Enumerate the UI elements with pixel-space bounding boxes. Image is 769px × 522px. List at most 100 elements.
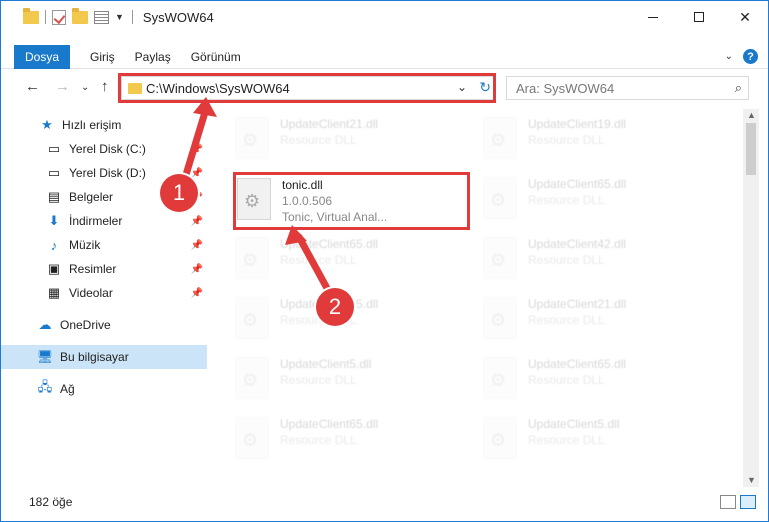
star-icon: ★	[41, 117, 53, 132]
window-title: SysWOW64	[142, 9, 214, 25]
list-item[interactable]: UpdateClient65.dll Resource DLL	[225, 231, 460, 289]
callout-badge-2: 2	[316, 288, 354, 326]
sidebar-item-label: Yerel Disk (C:)	[69, 142, 146, 156]
details-view-icon[interactable]	[720, 495, 736, 509]
download-icon: ⬇	[48, 213, 60, 228]
sidebar-item-label: Yerel Disk (D:)	[69, 166, 146, 180]
sidebar-item-disk-c[interactable]: ▭ Yerel Disk (C:) 📌	[1, 137, 207, 161]
help-icon[interactable]: ?	[743, 49, 758, 64]
search-input[interactable]: Ara: SysWOW64 ⌕	[506, 76, 749, 100]
scroll-down-icon[interactable]: ▼	[747, 475, 756, 485]
file-type: Resource DLL	[280, 253, 357, 267]
drive-icon: ▭	[47, 141, 61, 156]
callout-badge-1: 1	[160, 174, 198, 212]
explorer-window: ▼ SysWOW64 ✕ Dosya Giriş Paylaş Görünüm …	[0, 0, 769, 522]
network-icon: 🖧	[37, 379, 53, 394]
sidebar-item-label: İndirmeler	[69, 214, 123, 228]
maximize-button[interactable]	[676, 1, 722, 33]
close-icon: ✕	[739, 8, 751, 25]
dll-file-icon	[483, 177, 517, 219]
customize-dropdown-icon[interactable]: ▼	[115, 12, 124, 22]
list-item[interactable]: UpdateClient65.dll Resource DLL	[473, 351, 708, 409]
sidebar-item-label: OneDrive	[60, 318, 111, 332]
title-bar: ▼ SysWOW64 ✕	[1, 1, 768, 33]
list-item[interactable]: UpdateClient42.dll Resource DLL	[473, 231, 708, 289]
tab-dosya[interactable]: Dosya	[14, 44, 70, 69]
sidebar-item-label: Hızlı erişim	[62, 118, 122, 132]
dll-file-icon	[483, 357, 517, 399]
folder-icon	[23, 7, 39, 24]
sidebar-item-label: Müzik	[69, 238, 101, 252]
sidebar-item-videos[interactable]: ▦ Videolar 📌	[1, 281, 207, 305]
file-type: Resource DLL	[528, 433, 605, 447]
list-item[interactable]: UpdateClient21.dll Resource DLL	[473, 291, 708, 349]
sidebar-item-label: Bu bilgisayar	[60, 350, 129, 364]
dll-file-icon	[235, 417, 269, 459]
vertical-scrollbar[interactable]: ▲ ▼	[743, 109, 759, 487]
sidebar-item-label: Videolar	[69, 286, 113, 300]
file-name: UpdateClient5.dll	[528, 417, 620, 431]
tab-gorunum[interactable]: Görünüm	[191, 50, 241, 64]
computer-icon: 🖥	[36, 349, 54, 364]
cloud-icon: ☁	[38, 317, 52, 332]
file-type: Resource DLL	[280, 433, 357, 447]
list-item[interactable]: UpdateClient5.dll Resource DLL	[225, 351, 460, 409]
forward-arrow-icon[interactable]: →	[55, 78, 70, 95]
tab-paylas[interactable]: Paylaş	[135, 50, 171, 64]
dll-file-icon	[235, 237, 269, 279]
view-switcher	[720, 495, 756, 509]
file-name: UpdateClient21.dll	[528, 297, 627, 311]
file-type: Resource DLL	[528, 193, 605, 207]
navigation-pane: ★ Hızlı erişim ▭ Yerel Disk (C:) 📌 ▭ Yerel D…	[1, 109, 211, 479]
tab-giris[interactable]: Giriş	[90, 50, 115, 64]
scroll-thumb[interactable]	[746, 123, 756, 175]
minimize-icon	[648, 16, 658, 18]
sidebar-item-music[interactable]: ♪ Müzik 📌	[1, 233, 207, 257]
list-item[interactable]: UpdateClient5.dll Resource DLL	[473, 411, 708, 469]
tonic-dll-highlight	[233, 172, 470, 230]
file-name: UpdateClient21.dll	[280, 117, 379, 131]
file-name: UpdateClient65.dll	[280, 237, 379, 251]
list-item[interactable]: UpdateClient65.dll Resource DLL	[473, 171, 708, 229]
sidebar-item-onedrive[interactable]: ☁ OneDrive	[1, 313, 207, 337]
up-arrow-icon[interactable]: ↑	[101, 78, 109, 95]
scroll-up-icon[interactable]: ▲	[747, 110, 756, 120]
list-item[interactable]: UpdateClient21.dll Resource DLL	[225, 111, 460, 169]
list-item[interactable]: UpdateClient19.dll Resource DLL	[473, 111, 708, 169]
file-name: UpdateClient19.dll	[528, 117, 627, 131]
documents-icon: ▤	[47, 189, 61, 204]
minimize-button[interactable]	[630, 1, 676, 33]
tiles-view-icon[interactable]	[740, 495, 756, 509]
file-name: UpdateClient65.dll	[280, 417, 379, 431]
expand-ribbon-chevron-icon[interactable]: ⌄	[725, 51, 733, 62]
new-folder-icon[interactable]	[72, 7, 88, 24]
maximize-icon	[694, 12, 704, 22]
pin-icon: 📌	[190, 215, 203, 227]
rename-icon[interactable]	[94, 10, 109, 24]
pin-icon: 📌	[190, 143, 203, 155]
divider	[45, 10, 46, 24]
sidebar-item-this-pc[interactable]: 🖥 Bu bilgisayar	[1, 345, 207, 369]
search-icon[interactable]: ⌕	[735, 80, 742, 96]
list-item[interactable]: UpdateClient65.dll Resource DLL	[225, 411, 460, 469]
file-type: Resource DLL	[280, 133, 357, 147]
sidebar-item-pictures[interactable]: ▣ Resimler 📌	[1, 257, 207, 281]
sidebar-item-label: Belgeler	[69, 190, 114, 204]
file-type: Resource DLL	[528, 253, 605, 267]
close-button[interactable]: ✕	[722, 1, 768, 33]
dll-file-icon	[483, 417, 517, 459]
sidebar-item-label: Resimler	[69, 262, 117, 276]
pin-icon: 📌	[190, 263, 203, 275]
sidebar-item-quick-access[interactable]: ★ Hızlı erişim	[1, 113, 207, 137]
properties-check-icon[interactable]	[52, 9, 66, 25]
recent-dropdown-icon[interactable]: ⌄	[81, 82, 89, 93]
sidebar-item-downloads[interactable]: ⬇ İndirmeler 📌	[1, 209, 207, 233]
dll-file-icon	[483, 297, 517, 339]
search-placeholder: Ara: SysWOW64	[516, 81, 615, 96]
pin-icon: 📌	[190, 167, 203, 179]
file-type: Resource DLL	[528, 373, 605, 387]
music-icon: ♪	[50, 237, 58, 253]
sidebar-item-network[interactable]: 🖧 Ağ	[1, 377, 207, 401]
dll-file-icon	[235, 117, 269, 159]
back-arrow-icon[interactable]: ←	[25, 78, 40, 95]
